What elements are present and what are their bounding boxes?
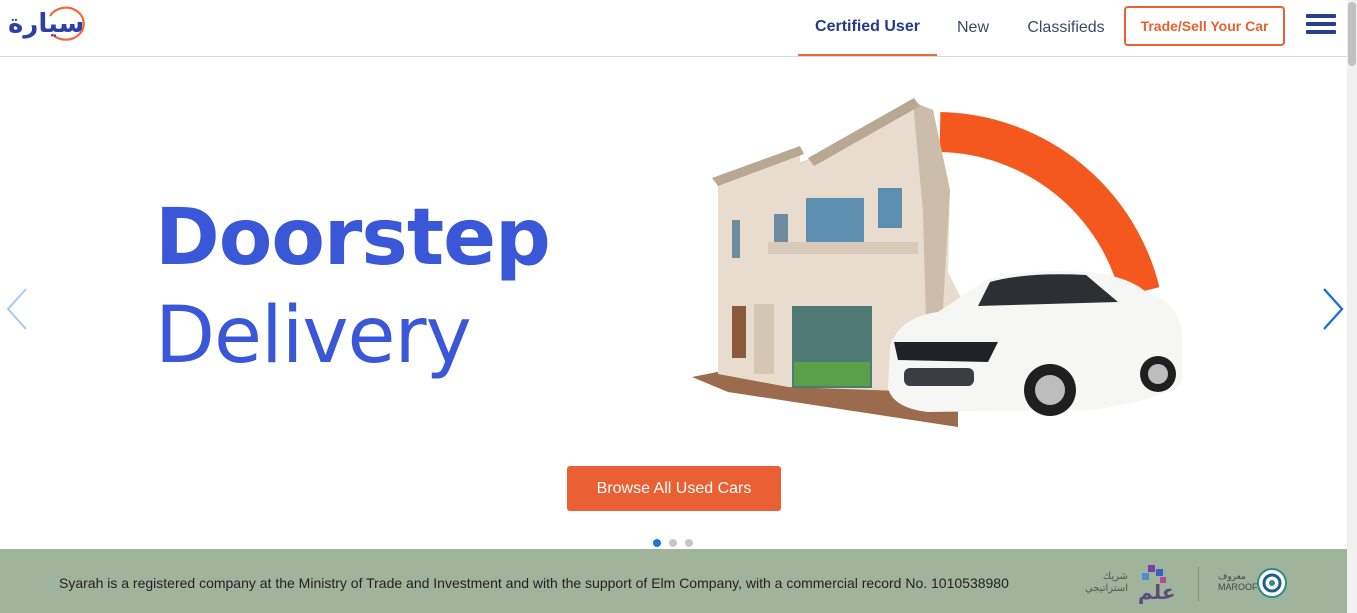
- svg-text:علم: علم: [1138, 580, 1176, 604]
- maroof-badge[interactable]: معروف MAROOF: [1218, 567, 1290, 601]
- nav-new[interactable]: New: [948, 0, 998, 56]
- syarah-logo[interactable]: سيارة: [8, 3, 98, 45]
- browse-all-used-cars-button[interactable]: Browse All Used Cars: [567, 466, 781, 511]
- maroof-label: معروف MAROOF: [1218, 571, 1258, 592]
- nav-classifieds[interactable]: Classifieds: [1020, 0, 1112, 56]
- elm-partner[interactable]: شريك استراتيجي علم: [1080, 561, 1180, 605]
- footer-registration-text: Syarah is a registered company at the Mi…: [59, 575, 1009, 591]
- elm-logo-icon: علم: [1138, 565, 1176, 604]
- hero-title-line1: Doorstep: [155, 193, 551, 283]
- carousel-pagination: [653, 539, 693, 547]
- footer-divider: [1198, 567, 1199, 601]
- carousel-next-button[interactable]: [1318, 285, 1348, 333]
- carousel-prev-button[interactable]: [2, 285, 32, 333]
- scrollbar-thumb[interactable]: [1348, 2, 1356, 66]
- hero-title-line2: Delivery: [155, 291, 472, 381]
- carousel-dot-1[interactable]: [653, 539, 661, 547]
- chevron-right-icon: [1323, 288, 1344, 330]
- maroof-logo-icon: [1257, 568, 1287, 598]
- chevron-left-icon: [6, 288, 27, 330]
- nav-certified-user[interactable]: Certified User: [798, 0, 937, 56]
- trade-sell-button[interactable]: Trade/Sell Your Car: [1124, 6, 1285, 46]
- carousel-dot-2[interactable]: [669, 539, 677, 547]
- page-scrollbar[interactable]: [1347, 0, 1357, 613]
- top-header: سيارة Certified User New Classifieds Tra…: [0, 0, 1347, 57]
- footer-bar: Syarah is a registered company at the Mi…: [0, 549, 1347, 613]
- hamburger-menu-icon[interactable]: [1306, 14, 1336, 38]
- hero-headline: Doorstep Delivery: [155, 190, 551, 386]
- page: سيارة Certified User New Classifieds Tra…: [0, 0, 1357, 613]
- hero-house-car-illustration: [692, 98, 1182, 427]
- strategic-partner-label: شريك استراتيجي: [1084, 571, 1128, 594]
- carousel-dot-3[interactable]: [685, 539, 693, 547]
- logo-text: سيارة: [8, 9, 85, 39]
